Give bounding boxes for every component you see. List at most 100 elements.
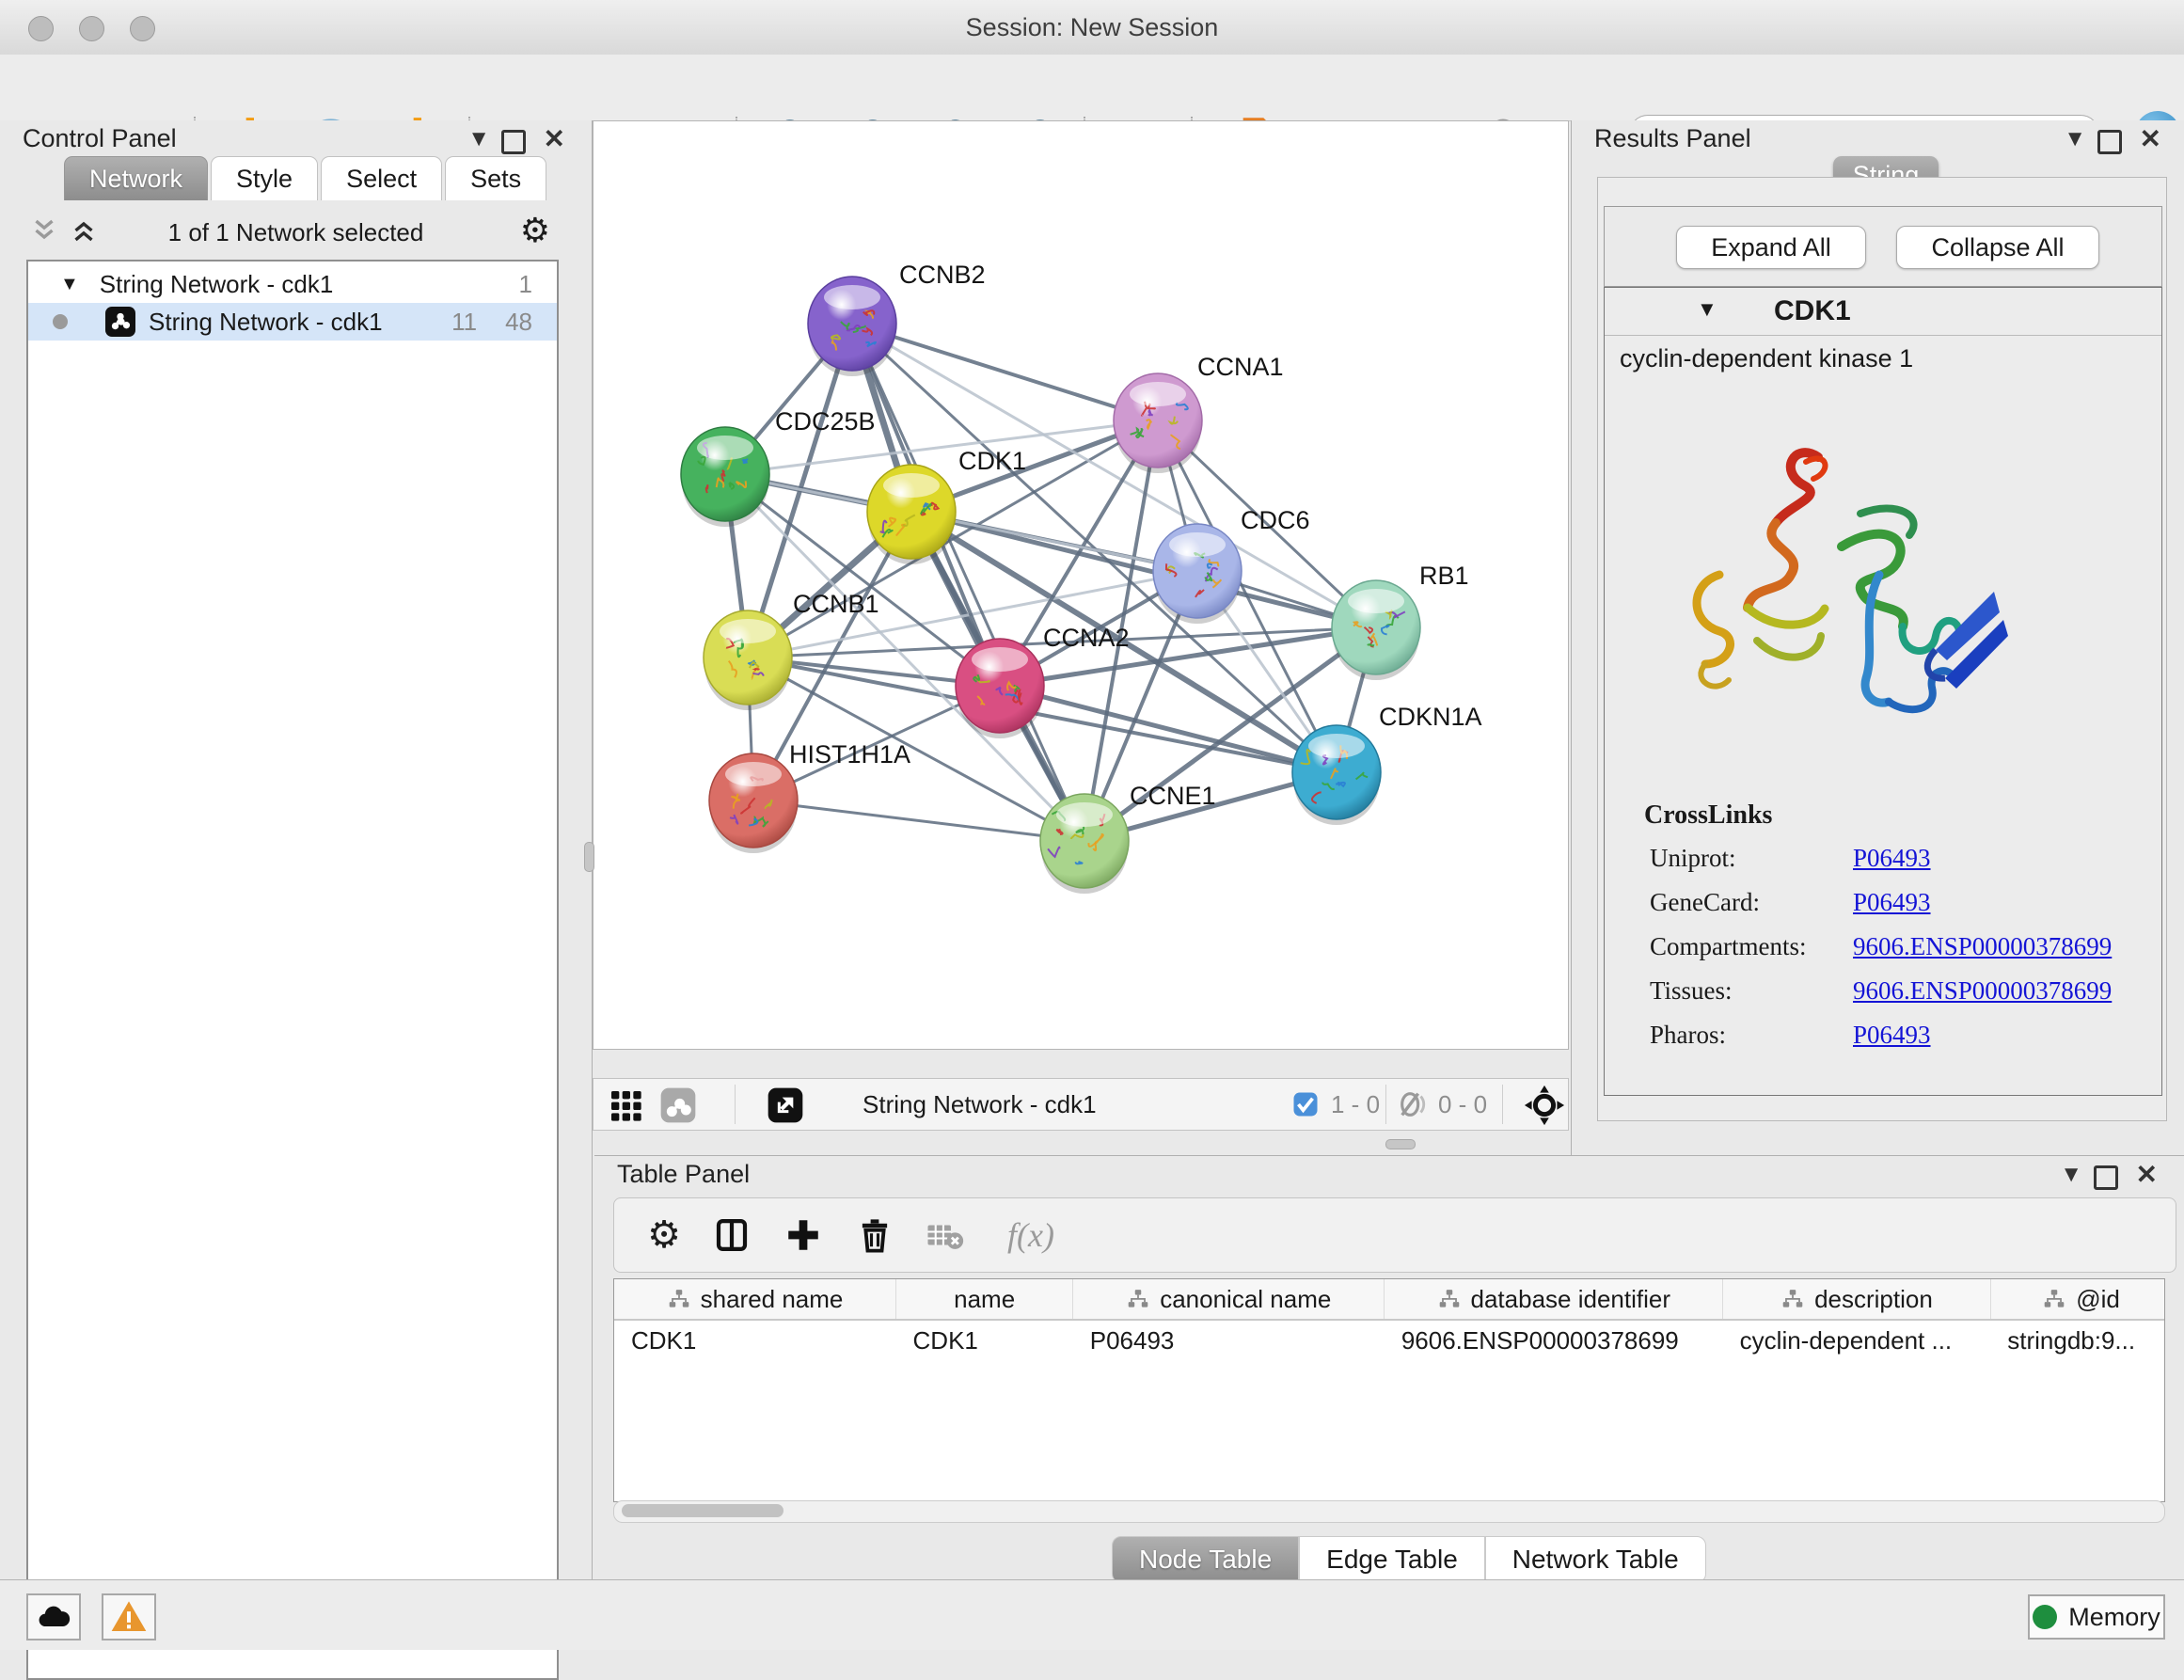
table-row[interactable]: CDK1CDK1P064939606.ENSP00000378699cyclin… bbox=[614, 1320, 2165, 1360]
network-tree: ▼ String Network - cdk1 1 String Network… bbox=[26, 260, 559, 1680]
section-collapse-icon[interactable]: ▼ bbox=[1697, 297, 1717, 322]
tab-network[interactable]: Network bbox=[64, 156, 208, 200]
window-zoom-icon[interactable] bbox=[130, 16, 155, 41]
column-header-description[interactable]: description bbox=[1723, 1279, 1991, 1320]
panel-float-icon[interactable] bbox=[2097, 130, 2122, 154]
horizontal-splitter-grip[interactable] bbox=[1385, 1139, 1416, 1149]
crosslink-label: Uniprot: bbox=[1650, 844, 1736, 873]
table-cell[interactable]: stringdb:9... bbox=[1990, 1320, 2165, 1360]
delete-column-trash-icon[interactable] bbox=[851, 1212, 898, 1259]
table-panel-title: Table Panel bbox=[617, 1160, 750, 1189]
crosslink-row: Pharos: P06493 bbox=[1644, 1021, 1772, 1065]
network-view-toolbar: String Network - cdk1 1 - 0 0 - 0 bbox=[593, 1078, 1569, 1131]
cloud-icon bbox=[35, 1598, 72, 1636]
tab-edge-table[interactable]: Edge Table bbox=[1299, 1536, 1485, 1583]
panel-float-icon[interactable] bbox=[2094, 1165, 2118, 1190]
network-graph[interactable]: CCNB2CCNA1CDC25BCDK1CDC6RB1CCNB1CCNA2CDK… bbox=[593, 121, 1568, 1049]
scrollbar-thumb[interactable] bbox=[622, 1504, 783, 1517]
birds-eye-crosshair-icon[interactable] bbox=[1523, 1084, 1566, 1132]
node-label-RB1: RB1 bbox=[1419, 562, 1469, 590]
table-cell[interactable]: P06493 bbox=[1073, 1320, 1385, 1360]
show-columns-icon[interactable] bbox=[708, 1212, 755, 1259]
network-node-CDK1[interactable]: CDK1 bbox=[867, 447, 1026, 564]
selected-checkbox-icon[interactable] bbox=[1291, 1090, 1320, 1123]
crosslink-link[interactable]: 9606.ENSP00000378699 bbox=[1853, 976, 2112, 1006]
expand-all-button[interactable]: Expand All bbox=[1676, 226, 1866, 269]
panel-float-icon[interactable] bbox=[501, 130, 526, 154]
share-view-icon[interactable] bbox=[659, 1086, 697, 1129]
memory-label: Memory bbox=[2068, 1603, 2160, 1632]
add-column-plus-icon[interactable] bbox=[780, 1212, 827, 1259]
panel-collapse-icon[interactable]: ▼ bbox=[2060, 1162, 2082, 1188]
table-settings-gear-icon[interactable]: ⚙ bbox=[641, 1212, 688, 1259]
crosslink-label: Pharos: bbox=[1650, 1021, 1726, 1050]
column-header-shared-name[interactable]: shared name bbox=[614, 1279, 896, 1320]
collapse-all-button[interactable]: Collapse All bbox=[1896, 226, 2099, 269]
cloud-button[interactable] bbox=[26, 1593, 81, 1640]
window-title: Session: New Session bbox=[0, 0, 2184, 55]
panel-close-icon[interactable]: ✕ bbox=[2140, 123, 2161, 154]
column-header-name[interactable]: name bbox=[896, 1279, 1073, 1320]
gear-icon[interactable]: ⚙ bbox=[520, 211, 550, 250]
tab-select[interactable]: Select bbox=[321, 156, 442, 200]
vertical-splitter-grip[interactable] bbox=[584, 842, 594, 872]
crosslink-link[interactable]: P06493 bbox=[1853, 888, 1931, 917]
node-label-CDKN1A: CDKN1A bbox=[1379, 703, 1482, 731]
window-minimize-icon[interactable] bbox=[79, 16, 104, 41]
table-cell[interactable]: cyclin-dependent ... bbox=[1723, 1320, 1991, 1360]
tab-sets[interactable]: Sets bbox=[445, 156, 546, 200]
memory-button[interactable]: Memory bbox=[2028, 1594, 2165, 1640]
network-row[interactable]: String Network - cdk1 11 48 bbox=[28, 303, 557, 341]
node-table[interactable]: shared namenamecanonical namedatabase id… bbox=[613, 1278, 2165, 1502]
crosslink-link[interactable]: 9606.ENSP00000378699 bbox=[1853, 932, 2112, 961]
crosslinks-heading: CrossLinks bbox=[1644, 800, 1772, 831]
tab-style[interactable]: Style bbox=[211, 156, 318, 200]
column-header--id[interactable]: @id bbox=[1990, 1279, 2165, 1320]
panel-close-icon[interactable]: ✕ bbox=[2136, 1159, 2158, 1190]
results-panel: Results Panel ▼ ✕ String Expand All Coll… bbox=[1571, 120, 2184, 1155]
crosslink-row: Tissues: 9606.ENSP00000378699 bbox=[1644, 976, 1772, 1021]
protein-section-header[interactable]: ▼ CDK1 bbox=[1605, 288, 2161, 336]
network-node-CCNB1[interactable]: CCNB1 bbox=[704, 590, 879, 710]
crosslink-label: Tissues: bbox=[1650, 976, 1733, 1006]
horizontal-scrollbar[interactable] bbox=[613, 1500, 2165, 1523]
column-header-canonical-name[interactable]: canonical name bbox=[1073, 1279, 1385, 1320]
crosslink-link[interactable]: P06493 bbox=[1853, 844, 1931, 873]
warnings-button[interactable] bbox=[102, 1593, 156, 1640]
crosslinks-section: CrossLinks Uniprot: P06493 GeneCard: P06… bbox=[1644, 800, 1772, 1065]
network-node-RB1[interactable]: RB1 bbox=[1332, 562, 1469, 680]
network-node-CDKN1A[interactable]: CDKN1A bbox=[1292, 703, 1482, 825]
node-label-CDC25B: CDC25B bbox=[775, 407, 876, 436]
column-header-database-identifier[interactable]: database identifier bbox=[1385, 1279, 1723, 1320]
table-cell[interactable]: CDK1 bbox=[614, 1320, 896, 1360]
table-cell[interactable]: 9606.ENSP00000378699 bbox=[1385, 1320, 1723, 1360]
network-node-CCNE1[interactable]: CCNE1 bbox=[1040, 782, 1216, 894]
open-external-icon[interactable] bbox=[767, 1086, 804, 1129]
panel-collapse-icon[interactable]: ▼ bbox=[2064, 126, 2086, 152]
hidden-count: 0 - 0 bbox=[1438, 1090, 1487, 1119]
network-collection-row[interactable]: ▼ String Network - cdk1 1 bbox=[28, 265, 557, 303]
network-name: String Network - cdk1 bbox=[149, 308, 383, 337]
tab-network-table[interactable]: Network Table bbox=[1485, 1536, 1706, 1583]
panel-collapse-icon[interactable]: ▼ bbox=[467, 126, 490, 152]
panel-close-icon[interactable]: ✕ bbox=[544, 123, 565, 154]
grid-view-icon[interactable] bbox=[607, 1086, 644, 1129]
hidden-eye-slash-icon[interactable] bbox=[1397, 1088, 1429, 1125]
window-close-icon[interactable] bbox=[28, 16, 54, 41]
results-panel-title: Results Panel bbox=[1594, 124, 1751, 153]
memory-status-dot bbox=[2033, 1605, 2057, 1629]
node-label-CDC6: CDC6 bbox=[1241, 506, 1310, 534]
crosslink-row: Compartments: 9606.ENSP00000378699 bbox=[1644, 932, 1772, 976]
main-toolbar: ? bbox=[0, 55, 2184, 121]
crosslink-link[interactable]: P06493 bbox=[1853, 1021, 1931, 1050]
node-label-CCNA1: CCNA1 bbox=[1197, 353, 1284, 381]
delete-table-icon[interactable] bbox=[921, 1212, 968, 1259]
network-node-HIST1H1A[interactable]: HIST1H1A bbox=[709, 740, 910, 853]
tab-node-table[interactable]: Node Table bbox=[1112, 1536, 1299, 1583]
tree-expand-icon[interactable]: ▼ bbox=[60, 274, 79, 295]
network-view[interactable]: CCNB2CCNA1CDC25BCDK1CDC6RB1CCNB1CCNA2CDK… bbox=[593, 120, 1569, 1050]
function-builder-icon[interactable]: f(x) bbox=[989, 1212, 1073, 1259]
control-panel: Control Panel ▼ ✕ NetworkStyleSelectSets… bbox=[0, 120, 593, 1580]
network-node-CCNA1[interactable]: CCNA1 bbox=[1114, 353, 1284, 473]
table-cell[interactable]: CDK1 bbox=[896, 1320, 1073, 1360]
